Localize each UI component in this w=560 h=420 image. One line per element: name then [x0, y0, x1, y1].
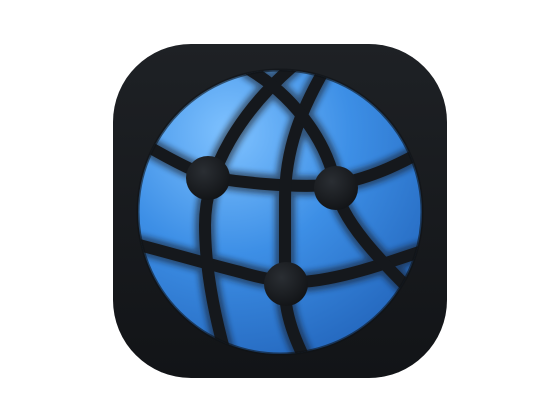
network-node-right [314, 166, 358, 210]
network-node-bottom [264, 262, 308, 306]
network-globe-app-icon[interactable] [0, 0, 560, 420]
stage [0, 0, 560, 420]
network-node-left [186, 156, 230, 200]
